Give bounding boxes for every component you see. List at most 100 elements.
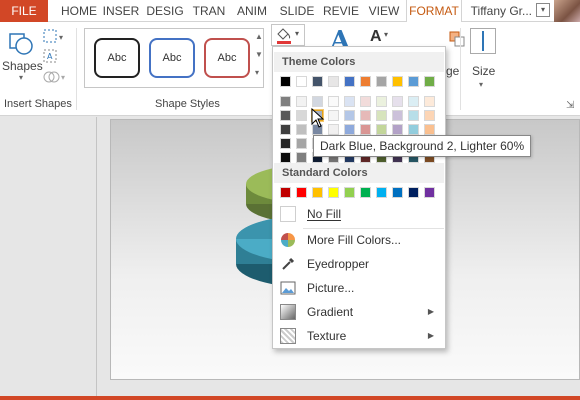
tab-insert[interactable]: INSER — [100, 0, 142, 22]
merge-shapes-icon[interactable]: ▾ — [42, 68, 70, 86]
standard-color-swatch[interactable] — [312, 187, 323, 198]
thumbnail-pane-divider[interactable] — [96, 117, 97, 400]
theme-color-swatch[interactable] — [280, 76, 291, 87]
standard-color-swatch[interactable] — [280, 187, 291, 198]
standard-color-swatch[interactable] — [408, 187, 419, 198]
theme-tint-swatch[interactable] — [280, 138, 291, 149]
shapes-label: Shapes — [2, 59, 43, 73]
gallery-more-icon[interactable]: ▾ — [255, 68, 259, 77]
theme-color-swatch[interactable] — [312, 76, 323, 87]
theme-tint-swatch[interactable] — [328, 124, 339, 135]
standard-color-swatch[interactable] — [424, 187, 435, 198]
theme-tint-swatch[interactable] — [392, 110, 403, 121]
shape-style-blue[interactable]: Abc — [149, 38, 195, 78]
tab-home[interactable]: HOME — [58, 0, 100, 22]
group-divider — [460, 28, 461, 110]
theme-colors-header: Theme Colors — [274, 52, 444, 72]
insert-shapes-group-label: Insert Shapes — [4, 98, 72, 110]
theme-tint-swatch[interactable] — [408, 96, 419, 107]
gallery-down-icon[interactable]: ▼ — [255, 50, 263, 59]
theme-tint-swatch[interactable] — [424, 110, 435, 121]
theme-tint-swatch[interactable] — [392, 96, 403, 107]
theme-color-swatch[interactable] — [344, 76, 355, 87]
gradient-item[interactable]: Gradient ▶ — [274, 300, 444, 324]
theme-tint-swatch[interactable] — [296, 110, 307, 121]
theme-tint-swatch[interactable] — [280, 96, 291, 107]
more-fill-colors-item[interactable]: More Fill Colors... — [274, 228, 444, 252]
theme-tint-swatch[interactable] — [280, 110, 291, 121]
text-fill-icon[interactable]: A — [370, 28, 382, 46]
standard-color-swatch[interactable] — [344, 187, 355, 198]
theme-tint-swatch[interactable] — [328, 110, 339, 121]
text-box-icon[interactable]: A — [42, 48, 70, 66]
theme-tint-swatch[interactable] — [312, 96, 323, 107]
shapes-button[interactable]: Shapes ▾ — [2, 28, 43, 82]
texture-item[interactable]: Texture ▶ — [274, 324, 444, 348]
tab-view[interactable]: VIEW — [364, 0, 404, 22]
tab-transitions[interactable]: TRAN — [188, 0, 230, 22]
theme-tint-swatch[interactable] — [408, 110, 419, 121]
theme-tint-swatch[interactable] — [360, 124, 371, 135]
theme-color-swatch[interactable] — [376, 76, 387, 87]
size-icon[interactable] — [470, 28, 496, 54]
theme-tint-swatch[interactable] — [296, 124, 307, 135]
picture-item[interactable]: Picture... — [274, 276, 444, 300]
tab-review[interactable]: REVIE — [320, 0, 362, 22]
avatar[interactable] — [554, 0, 580, 22]
user-name[interactable]: Tiffany Gr... — [471, 0, 532, 22]
theme-tint-swatch[interactable] — [280, 152, 291, 163]
standard-color-swatch[interactable] — [392, 187, 403, 198]
theme-tint-swatch[interactable] — [408, 124, 419, 135]
chevron-down-icon[interactable]: ▾ — [384, 30, 388, 39]
theme-tint-swatch[interactable] — [344, 96, 355, 107]
status-bar-accent — [0, 396, 580, 400]
theme-color-swatch[interactable] — [328, 76, 339, 87]
standard-color-swatch[interactable] — [328, 187, 339, 198]
theme-tint-swatch[interactable] — [344, 110, 355, 121]
theme-tint-swatch[interactable] — [360, 110, 371, 121]
shape-fill-button[interactable]: ▾ — [271, 24, 305, 46]
arrange-icon[interactable] — [448, 30, 466, 48]
arrange-label[interactable]: ge — [446, 64, 459, 78]
picture-icon — [280, 281, 296, 295]
standard-color-swatch[interactable] — [376, 187, 387, 198]
theme-tint-swatch[interactable] — [376, 124, 387, 135]
theme-tint-swatch[interactable] — [376, 110, 387, 121]
tab-design[interactable]: DESIG — [142, 0, 188, 22]
theme-color-swatch[interactable] — [360, 76, 371, 87]
theme-color-swatch[interactable] — [424, 76, 435, 87]
standard-color-swatch[interactable] — [360, 187, 371, 198]
shape-style-dark[interactable]: Abc — [94, 38, 140, 78]
tab-slideshow[interactable]: SLIDE — [276, 0, 318, 22]
theme-tint-swatch[interactable] — [344, 124, 355, 135]
edit-shape-icon[interactable]: ▾ — [42, 28, 70, 46]
tab-format[interactable]: FORMAT — [406, 0, 462, 23]
theme-tint-swatch[interactable] — [296, 138, 307, 149]
shape-style-red[interactable]: Abc — [204, 38, 250, 78]
theme-tint-swatch[interactable] — [328, 96, 339, 107]
theme-color-swatch[interactable] — [392, 76, 403, 87]
theme-tint-swatch[interactable] — [392, 124, 403, 135]
theme-tint-swatch[interactable] — [296, 152, 307, 163]
tab-animations[interactable]: ANIM — [230, 0, 274, 22]
theme-tint-swatch[interactable] — [296, 96, 307, 107]
standard-color-swatch[interactable] — [296, 187, 307, 198]
account-menu-icon[interactable]: ▾ — [536, 3, 550, 17]
theme-tint-swatch[interactable] — [280, 124, 291, 135]
theme-tint-swatch[interactable] — [360, 96, 371, 107]
eyedropper-label: Eyedropper — [307, 257, 370, 271]
no-fill-item[interactable]: No Fill — [274, 202, 444, 226]
theme-color-swatch[interactable] — [296, 76, 307, 87]
theme-tint-swatch[interactable] — [424, 124, 435, 135]
eyedropper-item[interactable]: Eyedropper — [274, 252, 444, 276]
theme-tint-swatch[interactable] — [376, 96, 387, 107]
shape-fill-dropdown: Theme Colors Standard Colors No Fill Mor… — [272, 46, 446, 349]
chevron-down-icon: ▾ — [295, 29, 300, 38]
tab-file[interactable]: FILE — [0, 0, 48, 22]
dialog-launcher-icon[interactable]: ⇲ — [566, 100, 574, 111]
theme-tint-swatch[interactable] — [424, 96, 435, 107]
svg-text:▾: ▾ — [59, 33, 63, 42]
size-label[interactable]: Size — [472, 64, 495, 78]
gallery-up-icon[interactable]: ▲ — [255, 32, 263, 41]
theme-color-swatch[interactable] — [408, 76, 419, 87]
